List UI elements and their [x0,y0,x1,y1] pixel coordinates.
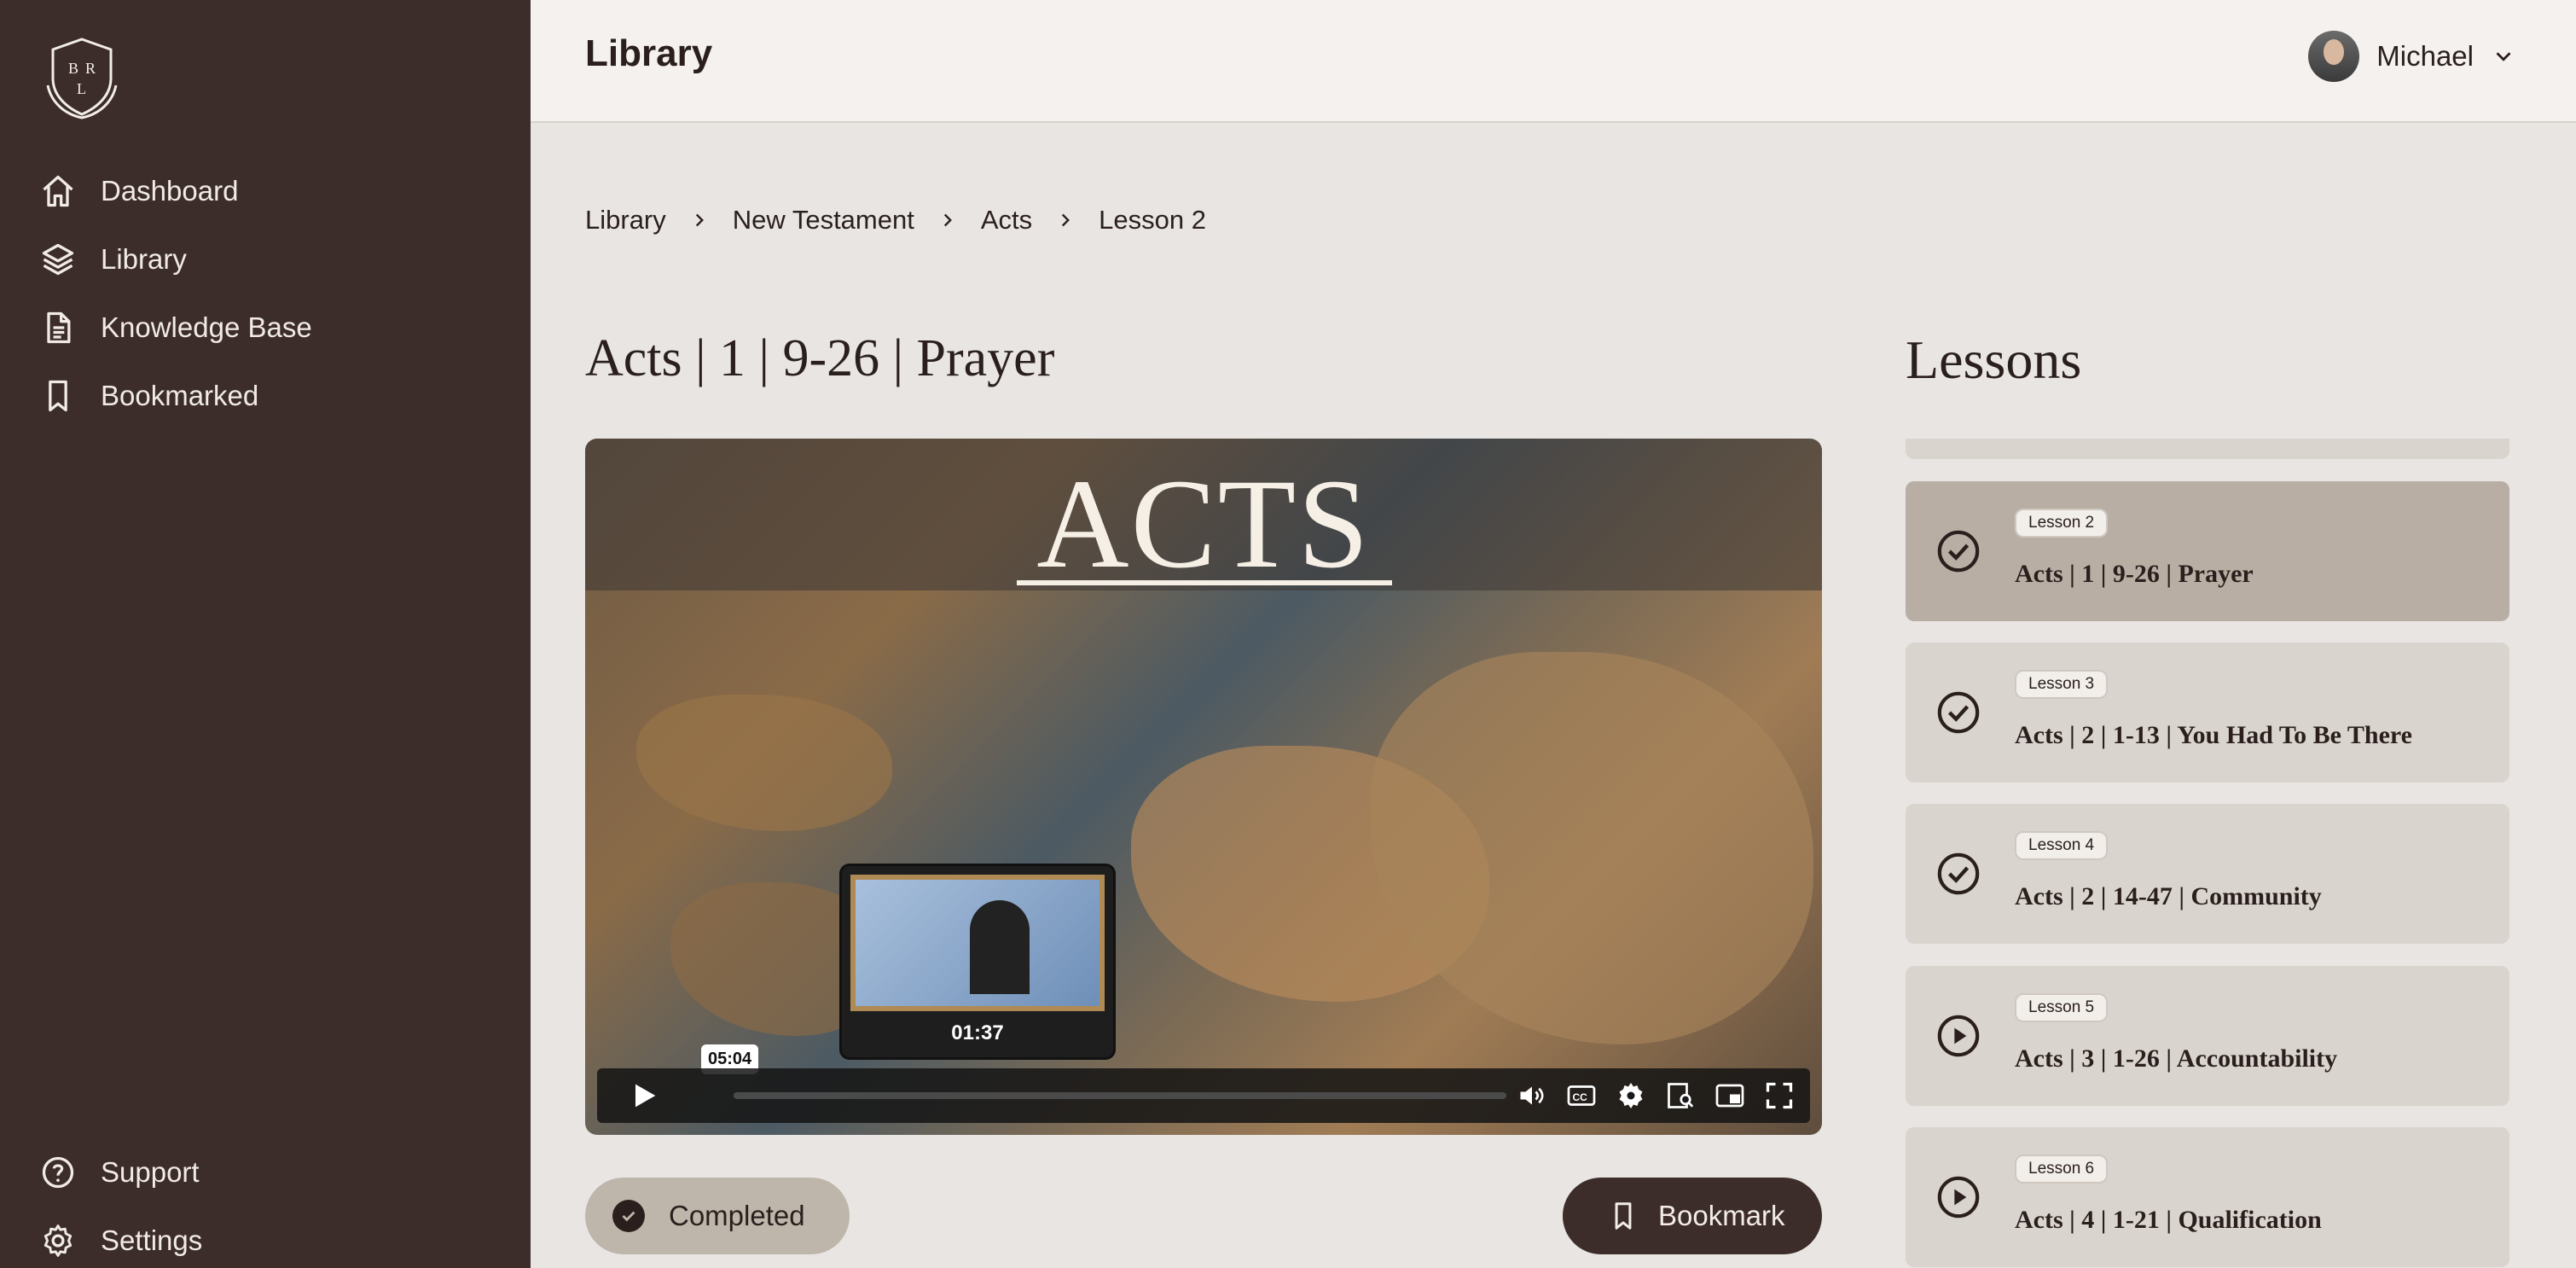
check-circle-icon [1937,530,1980,573]
banner-title: ACTS [1036,453,1371,595]
lesson-card[interactable]: Lesson 3 Acts | 2 | 1-13 | You Had To Be… [1906,643,2509,782]
chevron-right-icon [695,213,704,227]
play-button[interactable] [597,1068,691,1123]
svg-text:B: B [68,60,78,77]
breadcrumb-lesson: Lesson 2 [1099,205,1206,235]
sidebar-item-label: Support [101,1156,200,1188]
sidebar-item-label: Knowledge Base [101,311,312,343]
lesson-badge: Lesson 3 [2015,670,2109,699]
lesson-name: Acts | 1 | 9-26 | Prayer [2015,560,2254,588]
check-circle-icon [612,1200,645,1232]
volume-icon[interactable] [1517,1080,1547,1111]
completed-label: Completed [669,1200,805,1231]
captions-icon[interactable]: CC [1566,1080,1597,1111]
page-title: Library [585,32,713,74]
preview-time: 01:37 [951,1021,1004,1044]
chevron-right-icon [943,213,952,227]
lesson-card-previous[interactable] [1906,439,2509,459]
sidebar-item-support[interactable]: Support [39,1145,200,1200]
brl-logo[interactable]: B R L [39,34,125,119]
user-name: Michael [2376,40,2474,72]
sidebar-item-bookmarked[interactable]: Bookmarked [39,369,258,423]
sidebar-item-knowledge-base[interactable]: Knowledge Base [39,300,312,355]
sidebar-item-label: Dashboard [101,175,239,206]
progress-bar[interactable] [734,1092,1506,1099]
transcript-search-icon[interactable] [1665,1080,1696,1111]
lesson-name: Acts | 3 | 1-26 | Accountability [2015,1044,2338,1073]
layers-icon [42,243,74,276]
lesson-badge: Lesson 5 [2015,993,2109,1022]
chevron-right-icon [1062,213,1070,227]
map-land [636,695,892,831]
picture-in-picture-icon[interactable] [1714,1080,1745,1111]
lesson-badge: Lesson 6 [2015,1155,2109,1184]
svg-text:CC: CC [1573,1091,1588,1103]
map-land [1370,652,1813,1044]
video-controls: CC [597,1068,1810,1123]
lesson-name: Acts | 4 | 1-21 | Qualification [2015,1206,2322,1234]
sidebar-item-label: Settings [101,1224,203,1256]
breadcrumb-new-testament[interactable]: New Testament [733,205,914,236]
play-circle-icon [1937,1176,1980,1219]
lesson-name: Acts | 2 | 14-47 | Community [2015,882,2322,910]
scrub-preview: 01:37 [839,864,1116,1060]
control-icons: CC [1517,1080,1795,1111]
gear-icon [44,1224,73,1257]
completed-button[interactable]: Completed [585,1178,850,1254]
bookmark-icon [1615,1202,1632,1230]
sidebar-item-label: Bookmarked [101,380,259,411]
sidebar: B R L Dashboard Library Knowledge Base B… [0,0,531,1268]
document-icon [47,311,71,344]
breadcrumb-acts[interactable]: Acts [981,205,1032,236]
breadcrumb: Library New Testament Acts Lesson 2 [585,205,1206,236]
lessons-heading: Lessons [1906,329,2082,390]
svg-text:L: L [77,80,86,97]
avatar[interactable] [2308,31,2360,82]
lesson-card[interactable]: Lesson 6 Acts | 4 | 1-21 | Qualification [1906,1127,2509,1267]
play-circle-icon [1937,1015,1980,1057]
check-circle-icon [1937,691,1980,734]
top-bar [531,0,2576,123]
lesson-card[interactable]: Lesson 5 Acts | 3 | 1-26 | Accountabilit… [1906,966,2509,1106]
banner-underline [1017,580,1392,585]
preview-presenter [970,900,1030,994]
sidebar-item-settings[interactable]: Settings [39,1213,202,1268]
lesson-card[interactable]: Lesson 4 Acts | 2 | 14-47 | Community [1906,804,2509,944]
sidebar-item-dashboard[interactable]: Dashboard [39,164,238,218]
check-circle-icon [1937,852,1980,895]
bookmark-button[interactable]: Bookmark [1563,1178,1822,1254]
lesson-card[interactable]: Lesson 2 Acts | 1 | 9-26 | Prayer [1906,481,2509,621]
fullscreen-icon[interactable] [1764,1080,1795,1111]
user-menu[interactable]: Michael [2308,31,2516,82]
bookmark-label: Bookmark [1658,1200,1785,1231]
lesson-badge: Lesson 4 [2015,831,2109,860]
lesson-badge: Lesson 2 [2015,509,2109,538]
lesson-name: Acts | 2 | 1-13 | You Had To Be There [2015,721,2412,749]
svg-text:R: R [85,60,96,77]
sidebar-item-label: Library [101,243,187,275]
help-icon [42,1156,74,1189]
lesson-title: Acts | 1 | 9-26 | Prayer [585,329,1055,387]
settings-gear-icon[interactable] [1616,1080,1646,1111]
play-icon [635,1084,656,1108]
chevron-down-icon[interactable] [2491,44,2516,69]
video-player[interactable]: ACTS 01:37 05:04 CC [585,439,1822,1135]
breadcrumb-library[interactable]: Library [585,205,666,236]
bookmark-icon [49,380,67,412]
sidebar-item-library[interactable]: Library [39,232,187,287]
home-icon [43,175,73,207]
